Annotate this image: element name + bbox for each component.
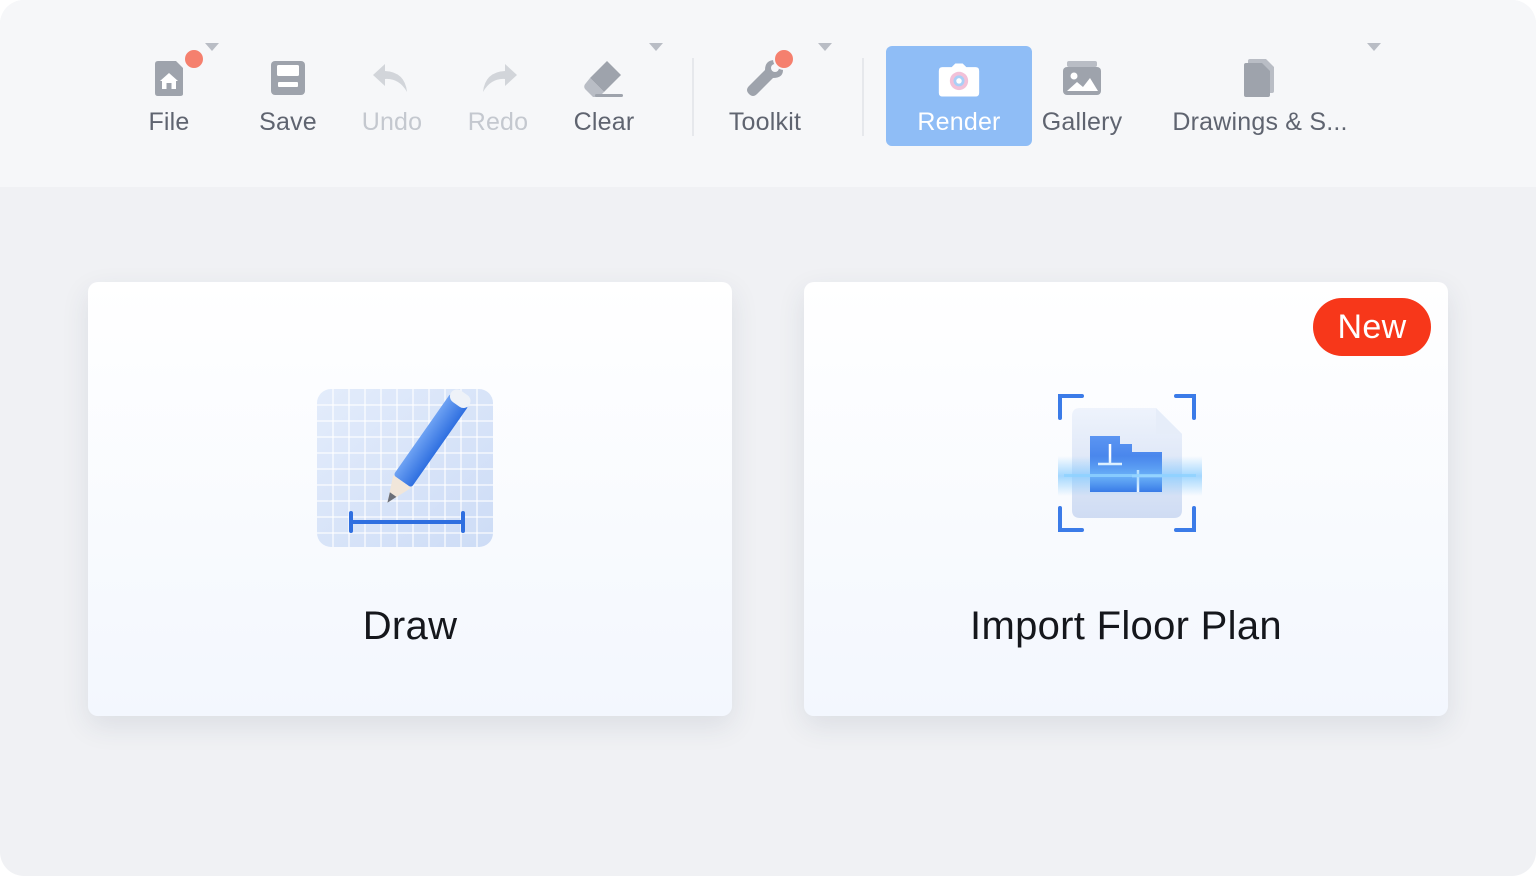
toolbar: File Save Undo Redo Clear Toolkit Render…	[0, 0, 1536, 187]
undo-icon	[370, 56, 414, 100]
save-icon	[266, 56, 310, 100]
image-icon	[1060, 56, 1104, 100]
scan-floor-plan-icon	[1058, 394, 1202, 539]
undo-button[interactable]: Undo	[357, 50, 427, 146]
camera-icon	[937, 58, 981, 102]
documents-icon	[1238, 56, 1282, 100]
save-label: Save	[259, 108, 317, 136]
eraser-icon	[582, 56, 626, 100]
save-button[interactable]: Save	[254, 50, 322, 146]
drawings-dropdown-caret-icon[interactable]	[1367, 43, 1381, 51]
render-label: Render	[917, 108, 1001, 136]
redo-label: Redo	[467, 108, 529, 136]
toolkit-button[interactable]: Toolkit	[724, 48, 806, 146]
undo-label: Undo	[361, 108, 423, 136]
notification-dot	[773, 48, 795, 70]
home-file-icon	[147, 48, 205, 100]
gallery-button[interactable]: Gallery	[1040, 50, 1124, 146]
drawings-button[interactable]: Drawings & S...	[1164, 50, 1356, 146]
clear-dropdown-caret-icon[interactable]	[649, 43, 663, 51]
file-button[interactable]: File	[134, 48, 205, 146]
gallery-label: Gallery	[1041, 108, 1123, 136]
notification-dot	[183, 48, 205, 70]
import-floor-plan-card[interactable]: New Import Floor Plan	[804, 282, 1448, 716]
toolkit-label: Toolkit	[728, 108, 802, 136]
drawings-label: Drawings & S...	[1172, 108, 1348, 136]
draw-title: Draw	[362, 604, 458, 648]
file-dropdown-caret-icon[interactable]	[205, 43, 219, 51]
new-badge: New	[1313, 298, 1431, 356]
clear-label: Clear	[573, 108, 635, 136]
wrench-icon	[743, 48, 795, 100]
file-label: File	[148, 108, 190, 136]
import-floor-plan-title: Import Floor Plan	[970, 604, 1282, 648]
toolbar-divider	[862, 58, 864, 136]
app-frame: File Save Undo Redo Clear Toolkit Render…	[0, 0, 1536, 876]
redo-icon	[476, 56, 520, 100]
toolbar-divider	[692, 58, 694, 136]
draw-card[interactable]: Draw	[88, 282, 732, 716]
redo-button[interactable]: Redo	[463, 50, 533, 146]
render-button[interactable]: Render	[886, 46, 1032, 146]
toolkit-dropdown-caret-icon[interactable]	[818, 43, 832, 51]
pencil-grid-icon	[317, 389, 495, 554]
clear-button[interactable]: Clear	[568, 50, 640, 146]
